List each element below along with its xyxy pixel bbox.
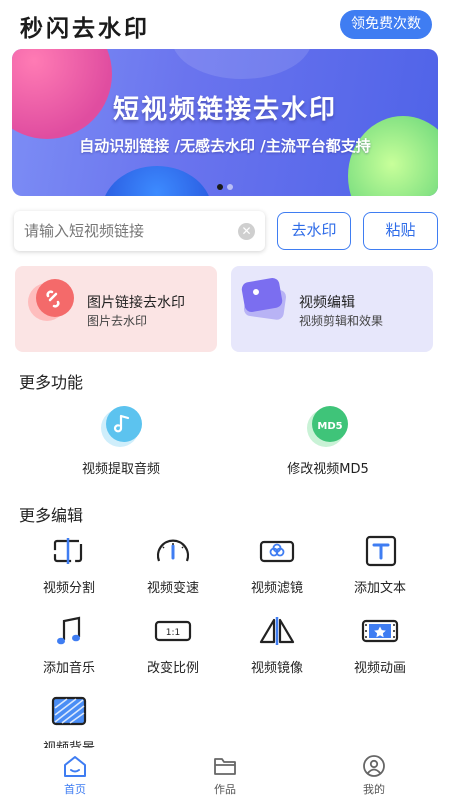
banner-subtitle: 自动识别链接 /无感去水印 /主流平台都支持 xyxy=(79,137,371,155)
function-label: 视频提取音频 xyxy=(81,462,160,477)
card-title: 视频编辑 xyxy=(299,295,355,311)
tab-label: 作品 xyxy=(214,783,236,796)
ratio-icon: 1:1 xyxy=(154,620,192,642)
clear-icon[interactable]: ✕ xyxy=(238,223,255,240)
edit-label: 添加音乐 xyxy=(42,661,95,676)
edit-label: 视频变速 xyxy=(146,581,199,596)
ratio-text: 1:1 xyxy=(166,628,180,638)
card-subtitle: 视频剪辑和效果 xyxy=(299,314,384,328)
video-animation-item[interactable]: 视频动画 xyxy=(328,615,432,676)
modify-md5-item[interactable]: MD5 修改视频MD5 xyxy=(253,404,403,477)
background-icon xyxy=(51,696,87,726)
edit-label: 视频镜像 xyxy=(250,661,303,676)
edit-label: 视频动画 xyxy=(353,661,406,676)
video-edit-icon xyxy=(241,278,286,320)
more-edit-title: 更多编辑 xyxy=(19,506,84,525)
promo-banner[interactable]: 短视频链接去水印 自动识别链接 /无感去水印 /主流平台都支持 xyxy=(12,49,438,196)
paste-button[interactable]: 粘贴 xyxy=(363,212,438,250)
edit-label: 视频分割 xyxy=(42,581,95,596)
tab-home[interactable]: 首页 xyxy=(35,754,115,797)
add-music-item[interactable]: 添加音乐 xyxy=(17,615,121,676)
speedometer-icon xyxy=(156,539,190,562)
header: 秒闪去水印 领免费次数 xyxy=(0,0,450,50)
profile-icon xyxy=(363,755,385,777)
filter-icon xyxy=(259,540,295,563)
claim-free-uses-button[interactable]: 领免费次数 xyxy=(340,10,432,39)
video-mirror-item[interactable]: 视频镜像 xyxy=(225,615,329,676)
video-speed-item[interactable]: 视频变速 xyxy=(121,535,225,596)
remove-watermark-button[interactable]: 去水印 xyxy=(277,212,351,250)
banner-title: 短视频链接去水印 xyxy=(112,95,337,125)
function-label: 修改视频MD5 xyxy=(287,462,369,477)
card-subtitle: 图片去水印 xyxy=(87,314,148,328)
link-input-box: ✕ xyxy=(14,211,265,251)
music-note-icon xyxy=(101,406,142,447)
card-title: 图片链接去水印 xyxy=(87,295,185,311)
tab-label: 首页 xyxy=(64,783,86,796)
text-icon xyxy=(365,535,397,567)
bottom-tab-bar: 首页 作品 我的 xyxy=(0,748,450,800)
music-icon xyxy=(57,616,81,645)
home-icon xyxy=(64,756,86,777)
extract-audio-item[interactable]: 视频提取音频 xyxy=(46,404,196,477)
carousel-dots xyxy=(12,184,438,190)
md5-icon: MD5 xyxy=(307,406,348,447)
app-title: 秒闪去水印 xyxy=(20,16,150,42)
banner-decoration xyxy=(102,166,212,196)
more-functions-title: 更多功能 xyxy=(19,373,84,392)
video-filter-item[interactable]: 视频滤镜 xyxy=(225,535,329,596)
carousel-dot[interactable] xyxy=(227,184,233,190)
video-background-item[interactable]: 视频背景 xyxy=(17,695,121,756)
edit-label: 添加文本 xyxy=(353,581,406,596)
tab-works[interactable]: 作品 xyxy=(185,754,265,797)
edit-label: 视频滤镜 xyxy=(250,581,303,596)
banner-decoration xyxy=(172,49,312,79)
link-icon xyxy=(28,279,74,321)
change-ratio-item[interactable]: 1:1 改变比例 xyxy=(121,615,225,676)
video-split-item[interactable]: 视频分割 xyxy=(17,535,121,596)
carousel-dot[interactable] xyxy=(217,184,223,190)
tab-profile[interactable]: 我的 xyxy=(334,754,414,797)
tab-label: 我的 xyxy=(363,783,385,796)
md5-badge-text: MD5 xyxy=(317,421,342,432)
add-text-item[interactable]: 添加文本 xyxy=(328,535,432,596)
split-icon xyxy=(53,538,83,564)
mirror-icon xyxy=(259,617,295,645)
image-watermark-card[interactable]: 图片链接去水印 图片去水印 xyxy=(15,266,217,352)
edit-label: 改变比例 xyxy=(146,661,199,676)
animation-icon xyxy=(361,619,399,643)
folder-icon xyxy=(214,758,236,775)
video-link-input[interactable] xyxy=(24,211,234,251)
video-edit-card[interactable]: 视频编辑 视频剪辑和效果 xyxy=(231,266,433,352)
